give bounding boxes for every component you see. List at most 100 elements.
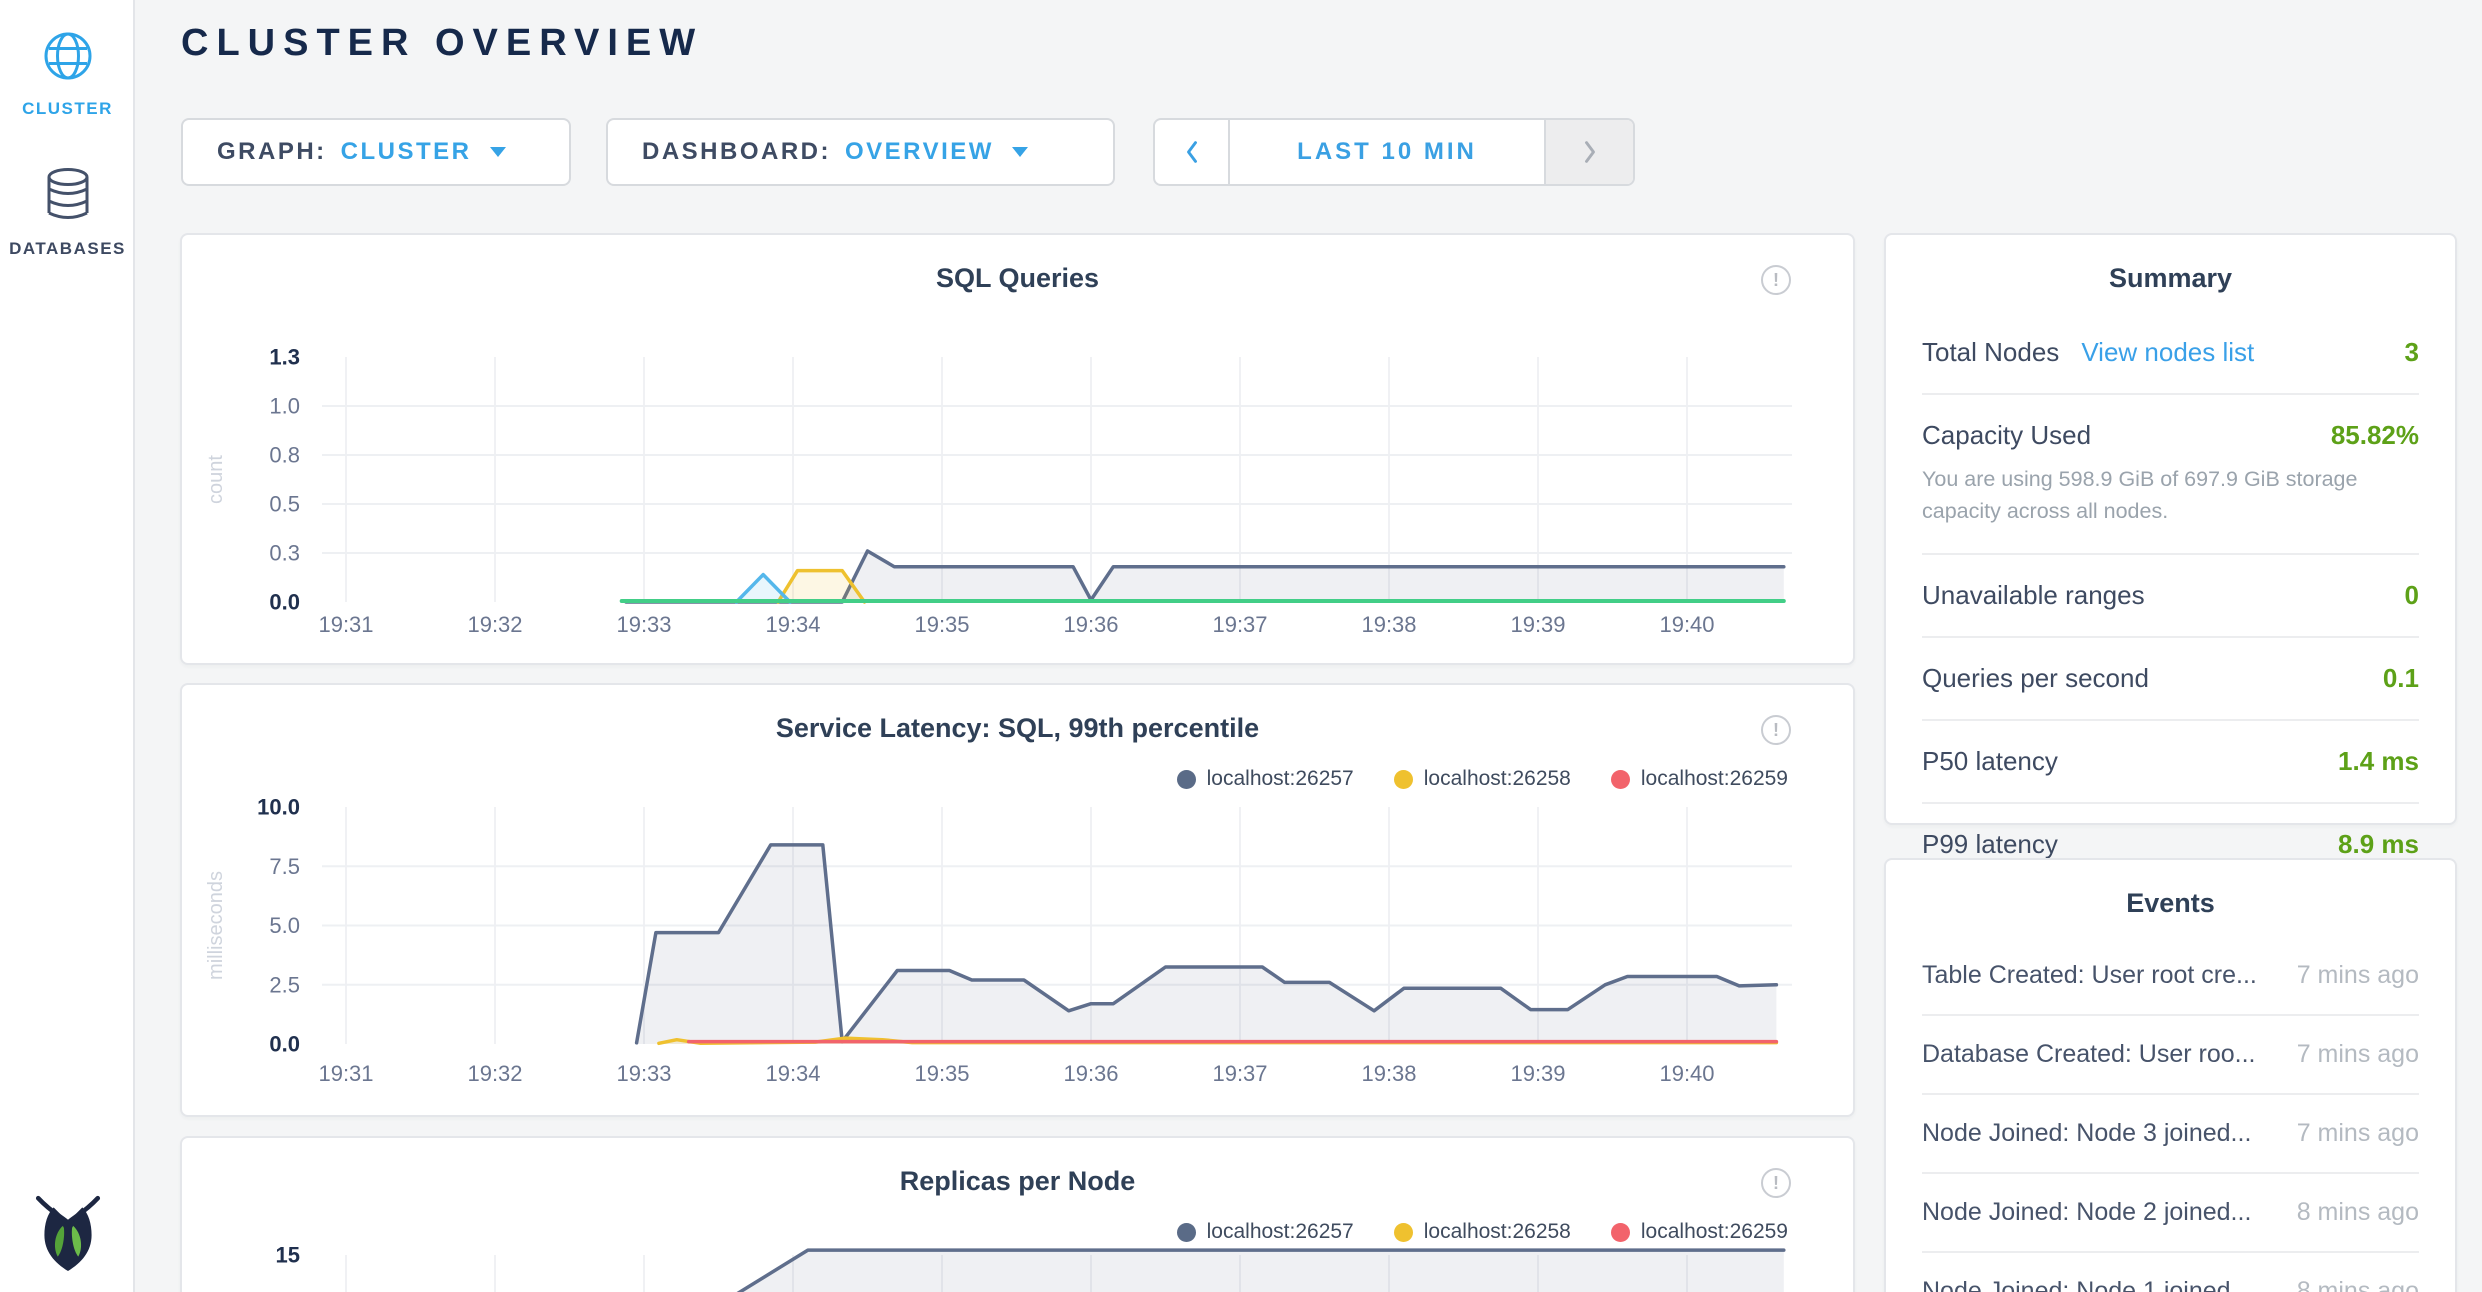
summary-rows: Total NodesView nodes list3Capacity Used… — [1886, 312, 2455, 885]
x-axis-tick: 19:31 — [318, 1061, 373, 1086]
chevron-down-icon — [490, 147, 506, 157]
event-text: Database Created: User roo... — [1922, 1040, 2279, 1069]
time-window-text: LAST 10 MIN — [1297, 138, 1477, 166]
y-axis-tick: 1.3 — [269, 345, 300, 370]
event-text: Node Joined: Node 2 joined... — [1922, 1198, 2279, 1227]
summary-row-value: 0.1 — [2383, 663, 2419, 694]
summary-row-label: Capacity Used — [1922, 420, 2091, 451]
summary-row: Capacity Used 85.82% You are using 598.9 G… — [1922, 395, 2419, 555]
dashboard-dropdown-label: DASHBOARD: — [642, 138, 831, 166]
x-axis-tick: 19:32 — [467, 612, 522, 637]
sidebar-item-databases[interactable]: DATABASES — [0, 166, 135, 259]
event-row[interactable]: Node Joined: Node 3 joined... 7 mins ago — [1922, 1095, 2419, 1174]
x-axis-tick: 19:37 — [1212, 612, 1267, 637]
graph-dropdown[interactable]: GRAPH: CLUSTER — [181, 118, 571, 186]
sidebar: CLUSTER DATABASES — [0, 0, 135, 1292]
event-time: 8 mins ago — [2297, 1198, 2419, 1227]
view-nodes-link[interactable]: View nodes list — [2081, 337, 2254, 368]
event-row[interactable]: Node Joined: Node 1 joined... 8 mins ago — [1922, 1253, 2419, 1292]
y-axis-tick: 0.8 — [269, 443, 300, 468]
x-axis-tick: 19:39 — [1510, 1061, 1565, 1086]
y-axis-unit-label: milliseconds — [205, 871, 227, 980]
event-time: 7 mins ago — [2297, 1119, 2419, 1148]
y-axis-unit-label: count — [205, 455, 227, 504]
event-row[interactable]: Node Joined: Node 2 joined... 8 mins ago — [1922, 1174, 2419, 1253]
events-title: Events — [1886, 860, 2455, 919]
globe-icon — [40, 71, 96, 88]
summary-row-label: P50 latency — [1922, 746, 2058, 777]
event-row[interactable]: Table Created: User root cre... 7 mins ag… — [1922, 937, 2419, 1016]
database-icon — [42, 211, 94, 228]
summary-row-label: Total Nodes — [1922, 337, 2059, 368]
y-axis-tick: 2.5 — [269, 972, 300, 997]
summary-row-label: P99 latency — [1922, 829, 2058, 860]
time-window-label[interactable]: LAST 10 MIN — [1230, 120, 1544, 184]
events-panel: Events Table Created: User root cre... 7 … — [1884, 858, 2457, 1292]
x-axis-tick: 19:36 — [1063, 612, 1118, 637]
summary-row-value: 85.82% — [2331, 420, 2419, 451]
summary-row-value: 1.4 ms — [2338, 746, 2419, 777]
cockroachdb-logo[interactable] — [0, 1191, 135, 1276]
summary-title: Summary — [1886, 235, 2455, 294]
y-axis-tick: 1.0 — [269, 394, 300, 419]
sidebar-item-label: DATABASES — [0, 239, 135, 259]
x-axis-tick: 19:37 — [1212, 1061, 1267, 1086]
x-axis-tick: 19:35 — [914, 612, 969, 637]
y-axis-tick: 0.0 — [269, 1032, 300, 1057]
event-text: Node Joined: Node 1 joined... — [1922, 1277, 2279, 1292]
replicas-per-node-card: Replicas per Node localhost:26257localho… — [180, 1136, 1855, 1292]
event-rows: Table Created: User root cre... 7 mins ag… — [1886, 937, 2455, 1292]
graph-dropdown-value: CLUSTER — [341, 138, 472, 166]
x-axis-tick: 19:34 — [765, 1061, 820, 1086]
cluster-overview-page: CLUSTER DATABASES CLUSTER OVERVIEW — [0, 0, 2482, 1292]
time-next-button[interactable] — [1544, 120, 1633, 184]
event-time: 7 mins ago — [2297, 1040, 2419, 1069]
summary-row: Queries per second 0.1 — [1922, 638, 2419, 721]
page-title: CLUSTER OVERVIEW — [181, 22, 703, 65]
y-axis-tick: 0.5 — [269, 492, 300, 517]
chevron-left-icon — [1183, 138, 1201, 166]
x-axis-tick: 19:32 — [467, 1061, 522, 1086]
x-axis-tick: 19:34 — [765, 612, 820, 637]
sql-queries-chart[interactable]: 1.31.00.80.50.30.019:3119:3219:3319:3419… — [182, 235, 1857, 667]
summary-row-label: Queries per second — [1922, 663, 2149, 694]
replicas-per-node-chart[interactable]: 1513 — [182, 1138, 1857, 1292]
y-axis-tick: 0.3 — [269, 541, 300, 566]
graph-dropdown-label: GRAPH: — [217, 138, 327, 166]
time-prev-button[interactable] — [1155, 120, 1230, 184]
summary-row-value: 8.9 ms — [2338, 829, 2419, 860]
capacity-note: You are using 598.9 GiB of 697.9 GiB sto… — [1922, 463, 2419, 528]
series-localhost:26257-area — [637, 845, 1777, 1044]
summary-panel: Summary Total NodesView nodes list3Capac… — [1884, 233, 2457, 825]
event-time: 8 mins ago — [2297, 1277, 2419, 1292]
y-axis-tick: 10.0 — [257, 795, 300, 820]
x-axis-tick: 19:35 — [914, 1061, 969, 1086]
chevron-down-icon — [1012, 147, 1028, 157]
dashboard-dropdown[interactable]: DASHBOARD: OVERVIEW — [606, 118, 1115, 186]
time-window-selector: LAST 10 MIN — [1153, 118, 1635, 186]
x-axis-tick: 19:38 — [1361, 1061, 1416, 1086]
event-time: 7 mins ago — [2297, 961, 2419, 990]
series-queries-blue-area — [736, 575, 790, 602]
x-axis-tick: 19:40 — [1659, 612, 1714, 637]
summary-row-label: Unavailable ranges — [1922, 580, 2145, 611]
x-axis-tick: 19:39 — [1510, 612, 1565, 637]
sidebar-item-label: CLUSTER — [0, 99, 135, 119]
x-axis-tick: 19:33 — [616, 1061, 671, 1086]
sql-queries-card: SQL Queries 1.31.00.80.50.30.019:3119:32… — [180, 233, 1855, 665]
summary-row: Total NodesView nodes list3 — [1922, 312, 2419, 395]
y-axis-tick: 15 — [276, 1243, 300, 1268]
x-axis-tick: 19:33 — [616, 612, 671, 637]
summary-row-value: 0 — [2405, 580, 2419, 611]
x-axis-tick: 19:36 — [1063, 1061, 1118, 1086]
x-axis-tick: 19:40 — [1659, 1061, 1714, 1086]
y-axis-tick: 7.5 — [269, 854, 300, 879]
event-row[interactable]: Database Created: User roo... 7 mins ago — [1922, 1016, 2419, 1095]
event-text: Table Created: User root cre... — [1922, 961, 2279, 990]
service-latency-chart[interactable]: 10.07.55.02.50.019:3119:3219:3319:3419:3… — [182, 685, 1857, 1119]
event-text: Node Joined: Node 3 joined... — [1922, 1119, 2279, 1148]
series-localhost:26257-area — [689, 1250, 1784, 1292]
service-latency-card: Service Latency: SQL, 99th percentile lo… — [180, 683, 1855, 1117]
summary-row: Unavailable ranges 0 — [1922, 555, 2419, 638]
sidebar-item-cluster[interactable]: CLUSTER — [0, 28, 135, 119]
